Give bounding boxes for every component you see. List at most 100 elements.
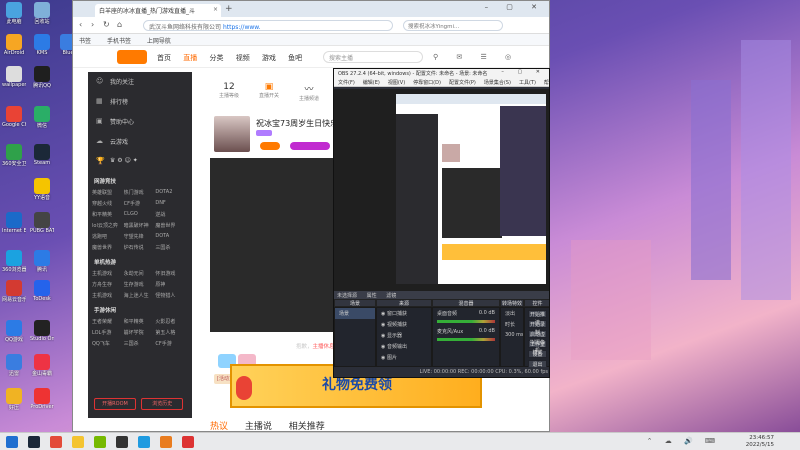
- obs-icon[interactable]: [116, 436, 128, 448]
- desktop-shortcut[interactable]: 金山毒霸: [30, 354, 54, 377]
- desktop-shortcut[interactable]: Studio One: [30, 320, 54, 342]
- sidebar-category-link[interactable]: 守望先锋: [124, 231, 156, 242]
- avatar[interactable]: [214, 116, 250, 152]
- desktop-shortcut[interactable]: 360浏览器: [2, 250, 26, 273]
- nav-category[interactable]: 分类: [209, 54, 223, 62]
- refresh-icon[interactable]: ↻: [103, 20, 110, 29]
- browser-search-input[interactable]: 搜索祝冰冰Yingmi...: [403, 20, 503, 31]
- sidebar-category-link[interactable]: 第五人格: [155, 327, 188, 338]
- tray-icons[interactable]: ⌃ ☁ 🔊 ⌨: [647, 437, 720, 445]
- stat-channel[interactable]: 〰主播频道: [296, 82, 322, 102]
- obs-preview[interactable]: [334, 89, 549, 309]
- site-search-input[interactable]: 搜索主播: [323, 51, 423, 63]
- desktop-shortcut[interactable]: PUBG BATTLEG: [30, 212, 54, 234]
- visibility-eye-icon[interactable]: ◉: [381, 333, 385, 339]
- sidebar-category-link[interactable]: 火影忍者: [155, 316, 188, 327]
- sidebar-category-link[interactable]: 穿越火线: [92, 198, 124, 209]
- sidebar-category-link[interactable]: 三国杀: [124, 338, 156, 349]
- sidebar-category-link[interactable]: 怀旧游戏: [155, 268, 188, 279]
- sidebar-category-link[interactable]: DOTA: [155, 231, 188, 242]
- tab-anchor-say[interactable]: 主播说: [245, 422, 272, 432]
- desktop-shortcut[interactable]: 好压: [2, 388, 26, 411]
- obs-control-button[interactable]: 开始推流: [528, 310, 547, 326]
- sidebar-category-link[interactable]: 英雄联盟: [92, 187, 124, 198]
- forward-icon[interactable]: ›: [91, 20, 94, 29]
- baidu-icon[interactable]: [50, 436, 62, 448]
- sidebar-category-link[interactable]: lol云顶之弈: [92, 220, 124, 231]
- nav-game[interactable]: 游戏: [262, 54, 276, 62]
- desktop-shortcut[interactable]: KMS: [30, 34, 54, 56]
- clock[interactable]: 23:46:57 2022/5/15: [746, 435, 774, 449]
- desktop-shortcut[interactable]: wallpaper: [2, 66, 26, 88]
- sidebar-category-link[interactable]: 海上迷人生: [124, 290, 156, 301]
- desktop-shortcut[interactable]: 360安全卫士: [2, 144, 26, 167]
- source-item[interactable]: ◉ 显示器: [377, 330, 431, 341]
- sidebar-category-link[interactable]: 魔兽世界: [155, 220, 188, 231]
- obs-menu-item[interactable]: 视图(V): [388, 80, 405, 86]
- obs-control-button[interactable]: 开始录制: [528, 320, 547, 336]
- scene-item[interactable]: 场景: [335, 308, 375, 319]
- history-button[interactable]: 浏览历史: [141, 398, 184, 410]
- desktop-shortcut[interactable]: Internet Explorer: [2, 212, 26, 234]
- address-input[interactable]: 武汉斗鱼网络科技有限公司 https://www.: [143, 20, 393, 31]
- obs-menu-item[interactable]: 场景集合(S): [484, 80, 511, 86]
- desktop-shortcut[interactable]: QQ游戏: [2, 320, 26, 343]
- desktop-shortcut[interactable]: Google Chrome: [2, 106, 26, 128]
- sidebar-category-link[interactable]: 和平精英: [124, 316, 156, 327]
- visibility-eye-icon[interactable]: ◉: [381, 322, 385, 328]
- sidebar-category-link[interactable]: 逆战: [155, 209, 188, 220]
- sidebar-item[interactable]: ▣ 赞助中心: [88, 112, 192, 132]
- sidebar-category-link[interactable]: DNF: [155, 198, 188, 209]
- sidebar-category-link[interactable]: LOL手游: [92, 327, 124, 338]
- nav-video[interactable]: 视频: [236, 54, 250, 62]
- trophy-icon[interactable]: 🏆: [96, 157, 105, 165]
- stat-live-toggle[interactable]: ▣ 直播开关: [256, 82, 282, 99]
- obs-menu-item[interactable]: 停靠窗口(D): [413, 80, 441, 86]
- follow-button[interactable]: [260, 142, 280, 150]
- desktop-shortcut[interactable]: Steam: [30, 144, 54, 166]
- obs-control-button[interactable]: 启动虚拟摄像机: [528, 330, 547, 354]
- nav-fishbar[interactable]: 鱼吧: [288, 54, 302, 62]
- sidebar-category-link[interactable]: CF手游: [155, 338, 188, 349]
- back-icon[interactable]: ‹: [79, 20, 82, 29]
- bookmark-item[interactable]: 上网导航: [147, 38, 171, 45]
- sidebar-category-link[interactable]: 崩坏学院: [124, 327, 156, 338]
- sidebar-category-link[interactable]: CF手游: [124, 198, 156, 209]
- sidebar-category-link[interactable]: 三国杀: [155, 242, 188, 253]
- bookmark-item[interactable]: 手机书签: [107, 38, 131, 45]
- obs-menu-item[interactable]: 编辑(E): [363, 80, 380, 86]
- header-icons[interactable]: ⚲ ✉ ☰ ◎: [433, 53, 519, 61]
- obs-menu-item[interactable]: 帮助(H): [544, 80, 549, 86]
- obs-control-button[interactable]: 工作室模式: [528, 340, 547, 356]
- steam-icon[interactable]: [28, 436, 40, 448]
- desktop-shortcut[interactable]: 微信: [30, 106, 54, 129]
- desktop-shortcut[interactable]: ProDriver: [30, 388, 54, 410]
- visibility-eye-icon[interactable]: ◉: [381, 344, 385, 350]
- bookmark-item[interactable]: 书签: [79, 38, 91, 45]
- douyu-logo[interactable]: [117, 50, 147, 64]
- nav-live[interactable]: 直播: [183, 54, 197, 62]
- netease-icon[interactable]: [182, 436, 194, 448]
- sidebar-item[interactable]: ☁ 云游戏: [88, 132, 192, 152]
- sidebar-category-link[interactable]: 王者荣耀: [92, 316, 124, 327]
- obs-menu-item[interactable]: 配置文件(P): [449, 80, 476, 86]
- close-tab-icon[interactable]: ×: [213, 6, 218, 13]
- qq-icon[interactable]: [138, 436, 150, 448]
- transition-select[interactable]: 淡出: [501, 308, 523, 319]
- browser-tab[interactable]: 白羊座的冰冰直播_热门游戏直播_斗 ×: [95, 4, 221, 17]
- sidebar-category-link[interactable]: 永劫无间: [124, 268, 156, 279]
- sidebar-category-link[interactable]: 热门游戏: [124, 187, 156, 198]
- home-icon[interactable]: ⌂: [117, 20, 122, 29]
- sidebar-category-link[interactable]: QQ飞车: [92, 338, 124, 349]
- desktop-shortcut[interactable]: 网易云音乐: [2, 280, 26, 303]
- sidebar-category-link[interactable]: 主机游戏: [92, 268, 124, 279]
- tab-related[interactable]: 相关推荐: [289, 422, 325, 432]
- sidebar-category-link[interactable]: 和平精英: [92, 209, 124, 220]
- source-item[interactable]: ◉ 视频捕获: [377, 319, 431, 330]
- video-player[interactable]: [210, 158, 340, 332]
- desktop-shortcut[interactable]: 腾讯QQ: [30, 66, 54, 89]
- sidebar-category-link[interactable]: CLGO: [124, 209, 156, 220]
- obs-menu-item[interactable]: 文件(F): [338, 80, 355, 86]
- source-item[interactable]: ◉ 图片: [377, 352, 431, 363]
- sidebar-category-link[interactable]: 原神: [155, 279, 188, 290]
